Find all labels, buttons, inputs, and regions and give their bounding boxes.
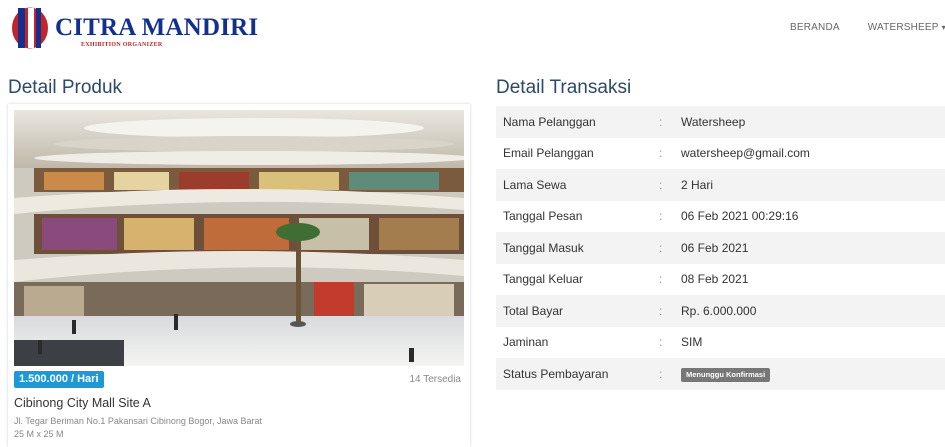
- row-separator: :: [659, 209, 663, 224]
- customer-email-value: watersheep@gmail.com: [681, 146, 810, 161]
- brand-title: CITRA MANDIRI: [55, 14, 259, 41]
- row-separator: :: [659, 303, 663, 318]
- customer-name-value: Watersheep: [681, 114, 746, 129]
- nav-user-menu[interactable]: WATERSHEEP ▾: [868, 22, 945, 33]
- row-label: Tanggal Pesan: [503, 209, 583, 224]
- stock-label: 14 Tersedia: [409, 374, 461, 385]
- product-size: 25 M x 25 M: [14, 429, 64, 439]
- product-name: Cibinong City Mall Site A: [14, 396, 151, 410]
- check-in-date-value: 06 Feb 2021: [681, 240, 749, 255]
- brand-subtitle: EXHIBITION ORGANIZER: [81, 42, 163, 48]
- nav-menu: BERANDA WATERSHEEP ▾: [790, 22, 945, 33]
- chevron-down-icon: ▾: [941, 23, 945, 32]
- payment-status-cell: Menunggu Konfirmasi: [681, 358, 945, 390]
- row-label: Lama Sewa: [503, 177, 567, 192]
- total-payment-value: Rp. 6.000.000: [681, 303, 757, 318]
- brand-logo[interactable]: CITRA MANDIRI EXHIBITION ORGANIZER: [11, 6, 258, 50]
- row-separator: :: [659, 335, 663, 350]
- rental-duration-value: 2 Hari: [681, 177, 714, 192]
- row-separator: :: [659, 146, 663, 161]
- row-label: Tanggal Keluar: [503, 272, 584, 287]
- table-row: Tanggal Pesan : 06 Feb 2021 00:29:16: [496, 201, 945, 233]
- row-label: Tanggal Masuk: [503, 240, 584, 255]
- order-date-value: 06 Feb 2021 00:29:16: [681, 209, 799, 224]
- detail-produk-heading: Detail Produk: [8, 77, 123, 98]
- table-row: Lama Sewa : 2 Hari: [496, 169, 945, 201]
- row-separator: :: [659, 366, 663, 381]
- row-label: Email Pelanggan: [503, 146, 594, 161]
- navbar: CITRA MANDIRI EXHIBITION ORGANIZER BERAN…: [0, 0, 945, 62]
- table-row: Email Pelanggan : watersheep@gmail.com: [496, 138, 945, 170]
- row-separator: :: [659, 272, 663, 287]
- transaction-table: Nama Pelanggan : Watersheep Email Pelang…: [496, 106, 945, 390]
- table-row: Tanggal Keluar : 08 Feb 2021: [496, 264, 945, 296]
- detail-transaksi-heading: Detail Transaksi: [496, 77, 632, 98]
- row-separator: :: [659, 240, 663, 255]
- guarantee-value: SIM: [681, 335, 703, 350]
- table-row: Status Pembayaran : Menunggu Konfirmasi: [496, 358, 945, 390]
- status-badge: Menunggu Konfirmasi: [681, 367, 771, 382]
- row-separator: :: [659, 114, 663, 129]
- row-label: Total Bayar: [503, 303, 564, 318]
- nav-user-label: WATERSHEEP: [867, 22, 939, 33]
- row-separator: :: [659, 177, 663, 192]
- product-address: Jl. Tegar Beriman No.1 Pakansari Cibinon…: [14, 416, 262, 426]
- product-photo: [14, 110, 464, 366]
- row-label: Status Pembayaran: [503, 366, 609, 381]
- price-badge: 1.500.000 / Hari: [14, 371, 104, 388]
- check-out-date-value: 08 Feb 2021: [681, 272, 749, 287]
- row-label: Nama Pelanggan: [503, 114, 596, 129]
- logo-mark-icon: [12, 7, 48, 49]
- row-label: Jaminan: [503, 335, 549, 350]
- table-row: Tanggal Masuk : 06 Feb 2021: [496, 232, 945, 264]
- nav-beranda[interactable]: BERANDA: [790, 22, 840, 33]
- table-row: Total Bayar : Rp. 6.000.000: [496, 295, 945, 327]
- table-row: Jaminan : SIM: [496, 327, 945, 359]
- table-row: Nama Pelanggan : Watersheep: [496, 106, 945, 138]
- product-card: 1.500.000 / Hari 14 Tersedia Cibinong Ci…: [8, 104, 470, 447]
